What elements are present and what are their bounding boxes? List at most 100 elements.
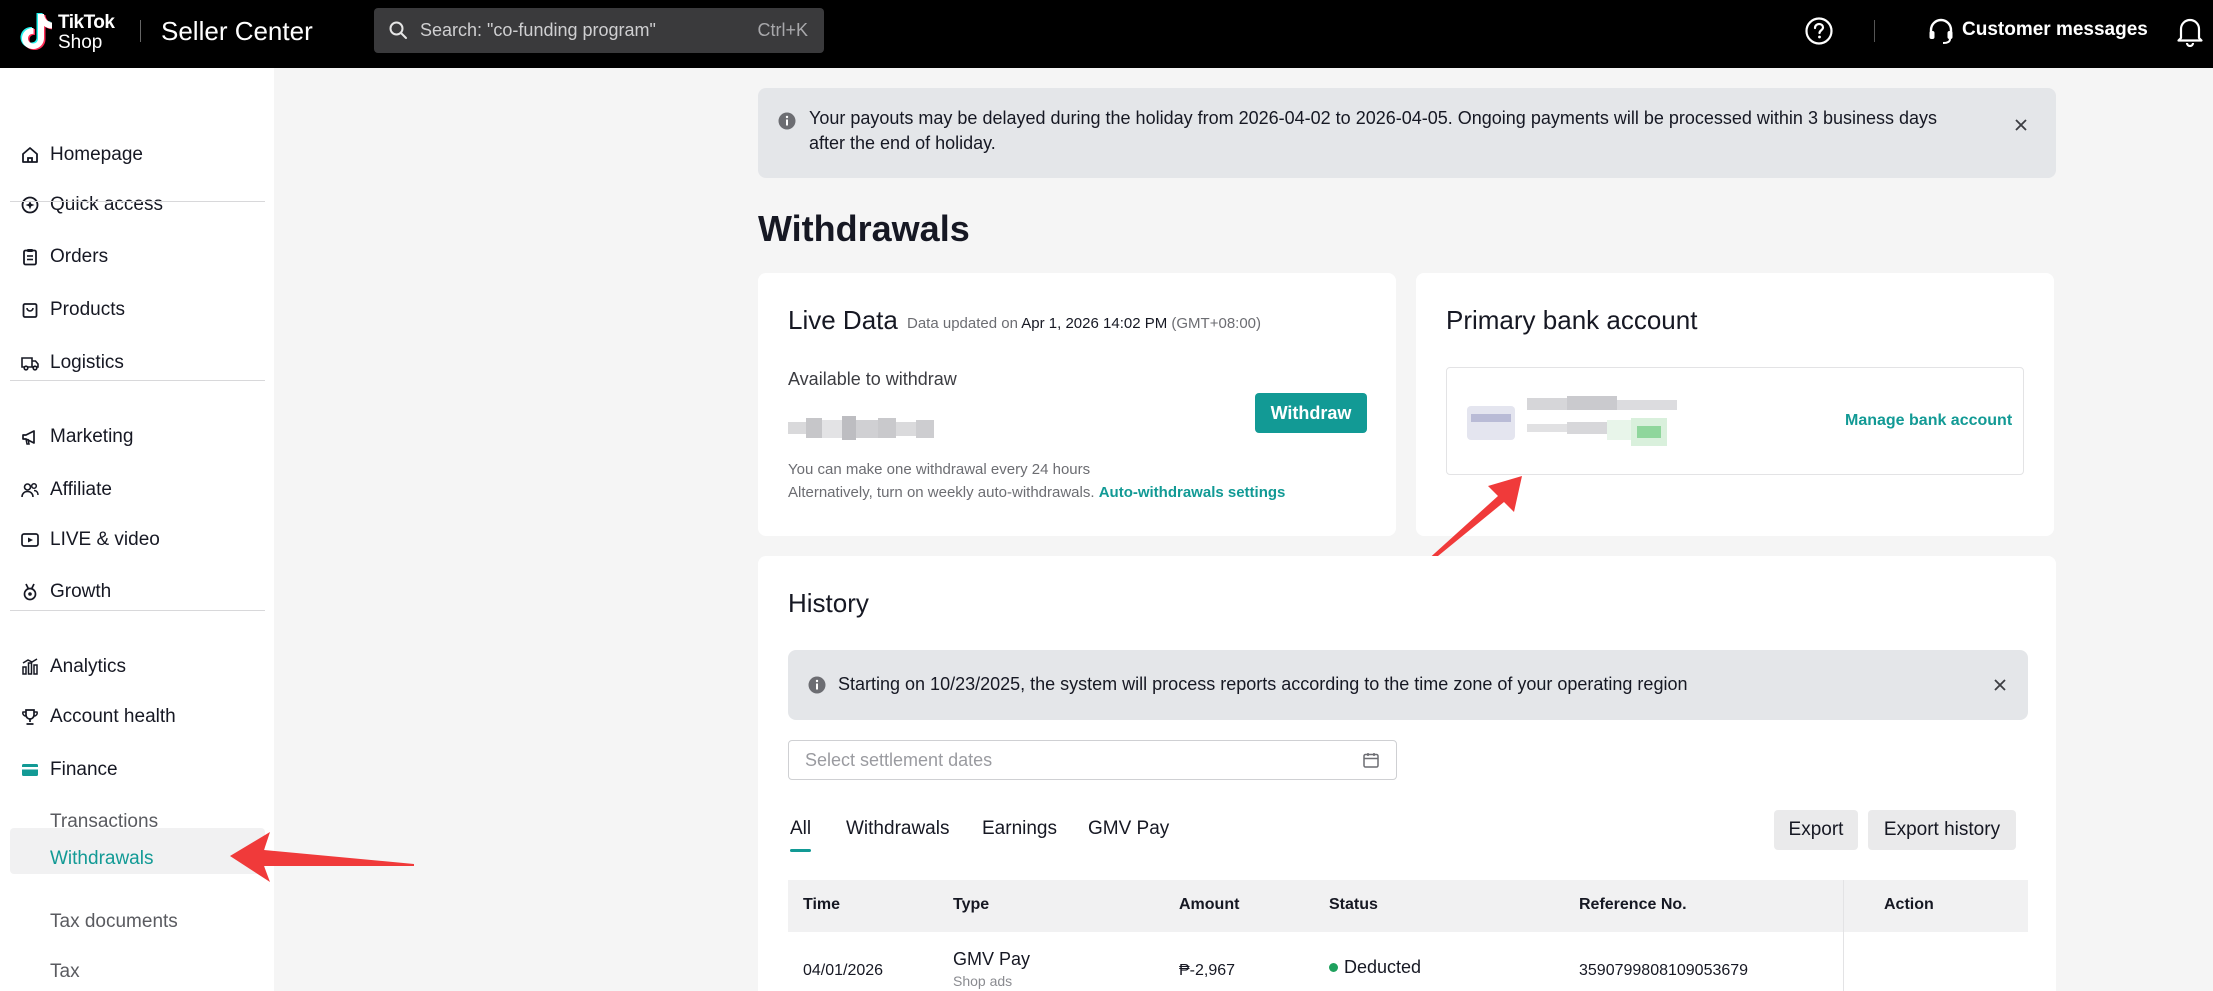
sidebar-item-label: Finance bbox=[50, 759, 118, 780]
sidebar-item-growth[interactable]: Growth bbox=[10, 569, 265, 615]
column-header-status: Status bbox=[1329, 896, 1378, 913]
sidebar-subitem-tax-documents[interactable]: Tax documents bbox=[10, 899, 265, 945]
export-history-button[interactable]: Export history bbox=[1868, 810, 2016, 850]
search-placeholder: Search: "co-funding program" bbox=[420, 20, 656, 40]
tiktok-shop-logo[interactable]: TikTok Shop bbox=[18, 10, 126, 54]
banner-text-line1: Your payouts may be delayed during the h… bbox=[809, 108, 1938, 128]
sidebar-item-analytics[interactable]: Analytics bbox=[10, 644, 265, 690]
sidebar-subitem-tax[interactable]: Tax bbox=[10, 949, 265, 991]
cell-status-label: Deducted bbox=[1344, 957, 1422, 977]
customer-messages-label: Customer messages bbox=[1962, 19, 2148, 40]
bag-icon bbox=[22, 303, 38, 318]
close-icon[interactable] bbox=[1992, 677, 2008, 693]
export-button[interactable]: Export bbox=[1774, 810, 1858, 850]
sidebar-item-quick-access[interactable]: Quick access bbox=[10, 182, 265, 228]
sidebar-divider bbox=[10, 610, 265, 611]
sidebar-item-affiliate[interactable]: Affiliate bbox=[10, 467, 265, 513]
settlement-date-picker[interactable]: Select settlement dates bbox=[788, 740, 1397, 780]
info-icon bbox=[778, 112, 796, 130]
sidebar-item-label: Logistics bbox=[50, 352, 124, 373]
bell-icon[interactable] bbox=[2175, 15, 2205, 47]
sidebar-item-label: Marketing bbox=[50, 426, 134, 447]
wallet-icon bbox=[22, 764, 38, 776]
auto-withdrawals-settings-link[interactable]: Auto-withdrawals settings bbox=[1099, 484, 1286, 501]
sidebar-item-finance[interactable]: Finance bbox=[10, 747, 265, 793]
tab-all[interactable]: All bbox=[790, 818, 812, 852]
data-updated-timezone: (GMT+08:00) bbox=[1171, 315, 1262, 332]
data-updated-prefix: Data updated on bbox=[907, 315, 1018, 332]
tab-withdrawals[interactable]: Withdrawals bbox=[846, 818, 949, 840]
quick-access-icon bbox=[21, 196, 39, 214]
sidebar-item-live-video[interactable]: LIVE & video bbox=[10, 517, 265, 563]
timezone-notice-banner: Starting on 10/23/2025, the system will … bbox=[788, 650, 2028, 720]
sidebar-item-label: Account health bbox=[50, 706, 176, 727]
logo-text-tiktok: TikTok bbox=[58, 12, 115, 33]
home-icon bbox=[22, 147, 38, 163]
action-column bbox=[1843, 880, 1998, 991]
calendar-icon bbox=[1363, 753, 1379, 768]
info-icon bbox=[808, 676, 826, 694]
sidebar-subitem-label: Tax documents bbox=[50, 911, 178, 932]
banner-text-line2: after the end of holiday. bbox=[809, 133, 996, 153]
bank-card-title: Primary bank account bbox=[1446, 305, 1698, 335]
top-bar: TikTok Shop Seller Center Search: "co-fu… bbox=[0, 0, 2213, 68]
sidebar-item-account-health[interactable]: Account health bbox=[10, 694, 265, 740]
sidebar-divider bbox=[10, 201, 265, 202]
search-bar[interactable]: Search: "co-funding program" Ctrl+K bbox=[374, 8, 824, 53]
sidebar-item-orders[interactable]: Orders bbox=[10, 234, 265, 280]
column-header-reference: Reference No. bbox=[1579, 896, 1687, 913]
live-data-card: Live Data Data updated on Apr 1, 2026 14… bbox=[758, 273, 1396, 536]
manage-bank-account-link[interactable]: Manage bank account bbox=[1845, 412, 2012, 430]
column-header-amount: Amount bbox=[1179, 896, 1240, 913]
cell-type: GMV Pay bbox=[953, 949, 1031, 969]
cell-amount: ₱-2,967 bbox=[1179, 962, 1236, 979]
tab-earnings[interactable]: Earnings bbox=[982, 818, 1057, 840]
search-icon bbox=[389, 21, 407, 39]
sidebar-divider bbox=[10, 380, 265, 381]
trophy-icon bbox=[22, 709, 38, 725]
page-title: Withdrawals bbox=[758, 208, 970, 249]
table-header: Time Type Amount Status Reference No. Ac… bbox=[788, 880, 2028, 932]
history-card: History Starting on 10/23/2025, the syst… bbox=[758, 556, 2056, 991]
search-shortcut: Ctrl+K bbox=[757, 20, 808, 40]
cell-reference: 3590799808109053679 bbox=[1579, 962, 1749, 979]
video-icon bbox=[21, 533, 39, 547]
holiday-payout-banner: Your payouts may be delayed during the h… bbox=[758, 88, 2056, 178]
sidebar-item-label: Homepage bbox=[50, 144, 143, 165]
sidebar-item-label: Orders bbox=[50, 246, 109, 267]
withdraw-frequency-note: You can make one withdrawal every 24 hou… bbox=[788, 461, 1091, 478]
cell-time: 04/01/2026 bbox=[803, 962, 884, 979]
truck-icon bbox=[21, 357, 39, 371]
withdraw-button[interactable]: Withdraw bbox=[1255, 393, 1367, 433]
logo-text-shop: Shop bbox=[58, 32, 103, 53]
timezone-notice-text: Starting on 10/23/2025, the system will … bbox=[838, 674, 1688, 694]
headset-icon bbox=[1929, 18, 1953, 44]
column-header-time: Time bbox=[803, 896, 841, 913]
close-icon[interactable] bbox=[2013, 117, 2029, 133]
available-label: Available to withdraw bbox=[788, 369, 957, 389]
sidebar-item-marketing[interactable]: Marketing bbox=[10, 414, 265, 460]
sidebar-item-products[interactable]: Products bbox=[10, 287, 265, 333]
live-data-title: Live Data bbox=[788, 305, 898, 335]
history-title: History bbox=[788, 588, 869, 618]
medal-icon bbox=[23, 583, 37, 601]
bank-account-box: Manage bank account bbox=[1446, 367, 2024, 475]
sidebar-item-label: Products bbox=[50, 299, 125, 320]
status-dot-icon bbox=[1329, 962, 1338, 972]
sidebar-item-label: Growth bbox=[50, 581, 112, 602]
cell-subtype: Shop ads bbox=[953, 973, 1013, 989]
people-icon bbox=[21, 482, 39, 498]
megaphone-icon bbox=[22, 430, 35, 445]
sidebar-item-homepage[interactable]: Homepage bbox=[10, 132, 265, 178]
data-updated-time: Apr 1, 2026 14:02 PM bbox=[1021, 315, 1168, 332]
column-header-type: Type bbox=[953, 896, 990, 913]
sidebar-item-label: LIVE & video bbox=[50, 529, 160, 550]
tiktok-logo-icon bbox=[20, 13, 52, 50]
sidebar-subitem-withdrawals[interactable]: Withdrawals bbox=[10, 828, 265, 874]
help-icon[interactable] bbox=[1804, 16, 1834, 46]
date-picker-placeholder: Select settlement dates bbox=[805, 750, 993, 770]
sidebar-item-label: Quick access bbox=[50, 194, 163, 215]
tab-gmv-pay[interactable]: GMV Pay bbox=[1088, 818, 1169, 840]
auto-withdraw-note: Alternatively, turn on weekly auto-withd… bbox=[788, 484, 1285, 501]
blurred-balance bbox=[788, 416, 934, 440]
